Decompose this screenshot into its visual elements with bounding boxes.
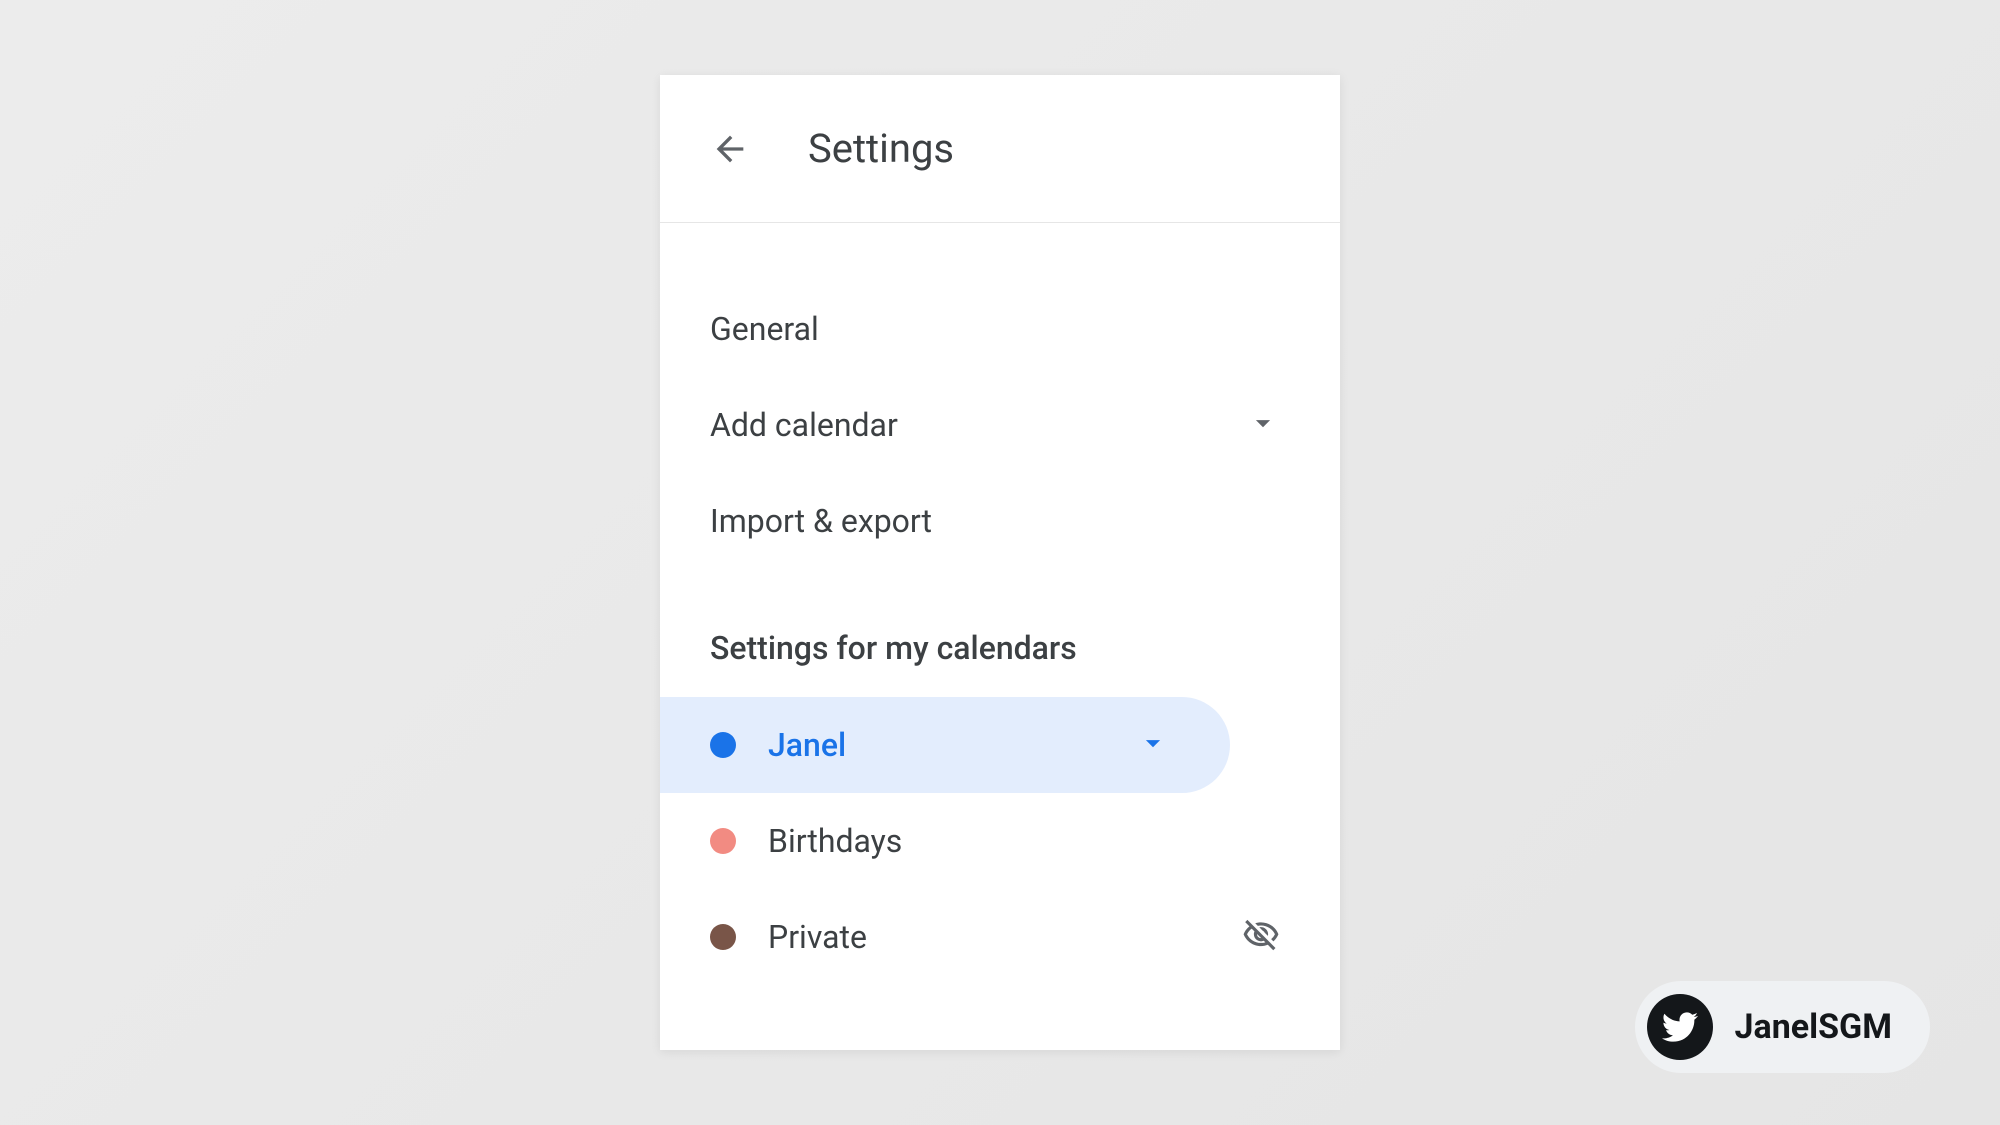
calendar-color-dot <box>710 828 736 854</box>
chevron-down-icon <box>1246 406 1280 444</box>
menu-label-import-export: Import & export <box>710 502 932 540</box>
twitter-icon <box>1662 1009 1698 1045</box>
attribution-badge[interactable]: JanelSGM <box>1635 981 1930 1073</box>
chevron-down-icon <box>1136 726 1170 764</box>
arrow-left-icon <box>710 129 750 169</box>
calendar-row-private[interactable]: Private <box>660 889 1340 985</box>
calendar-row-birthdays[interactable]: Birthdays <box>660 793 1340 889</box>
menu-item-add-calendar[interactable]: Add calendar <box>660 377 1340 473</box>
badge-handle: JanelSGM <box>1735 1007 1892 1047</box>
menu-label-add-calendar: Add calendar <box>710 406 898 444</box>
menu-item-import-export[interactable]: Import & export <box>660 473 1340 569</box>
calendar-color-dot <box>710 924 736 950</box>
calendar-color-dot <box>710 732 736 758</box>
calendar-row-janel[interactable]: Janel <box>660 697 1230 793</box>
menu-label-general: General <box>710 310 819 348</box>
twitter-icon-circle <box>1647 994 1713 1060</box>
visibility-off-icon <box>1242 916 1280 958</box>
section-gap <box>660 569 1340 629</box>
calendar-name: Birthdays <box>768 822 1280 860</box>
settings-header: Settings <box>660 75 1340 223</box>
back-button[interactable] <box>710 129 750 169</box>
calendar-name: Janel <box>768 726 1136 764</box>
menu-item-general[interactable]: General <box>660 281 1340 377</box>
settings-panel: Settings General Add calendar Import & e… <box>660 75 1340 1050</box>
settings-content: General Add calendar Import & export Set… <box>660 223 1340 985</box>
page-title: Settings <box>808 125 954 172</box>
section-header-my-calendars: Settings for my calendars <box>660 629 1340 697</box>
calendar-name: Private <box>768 918 1242 956</box>
